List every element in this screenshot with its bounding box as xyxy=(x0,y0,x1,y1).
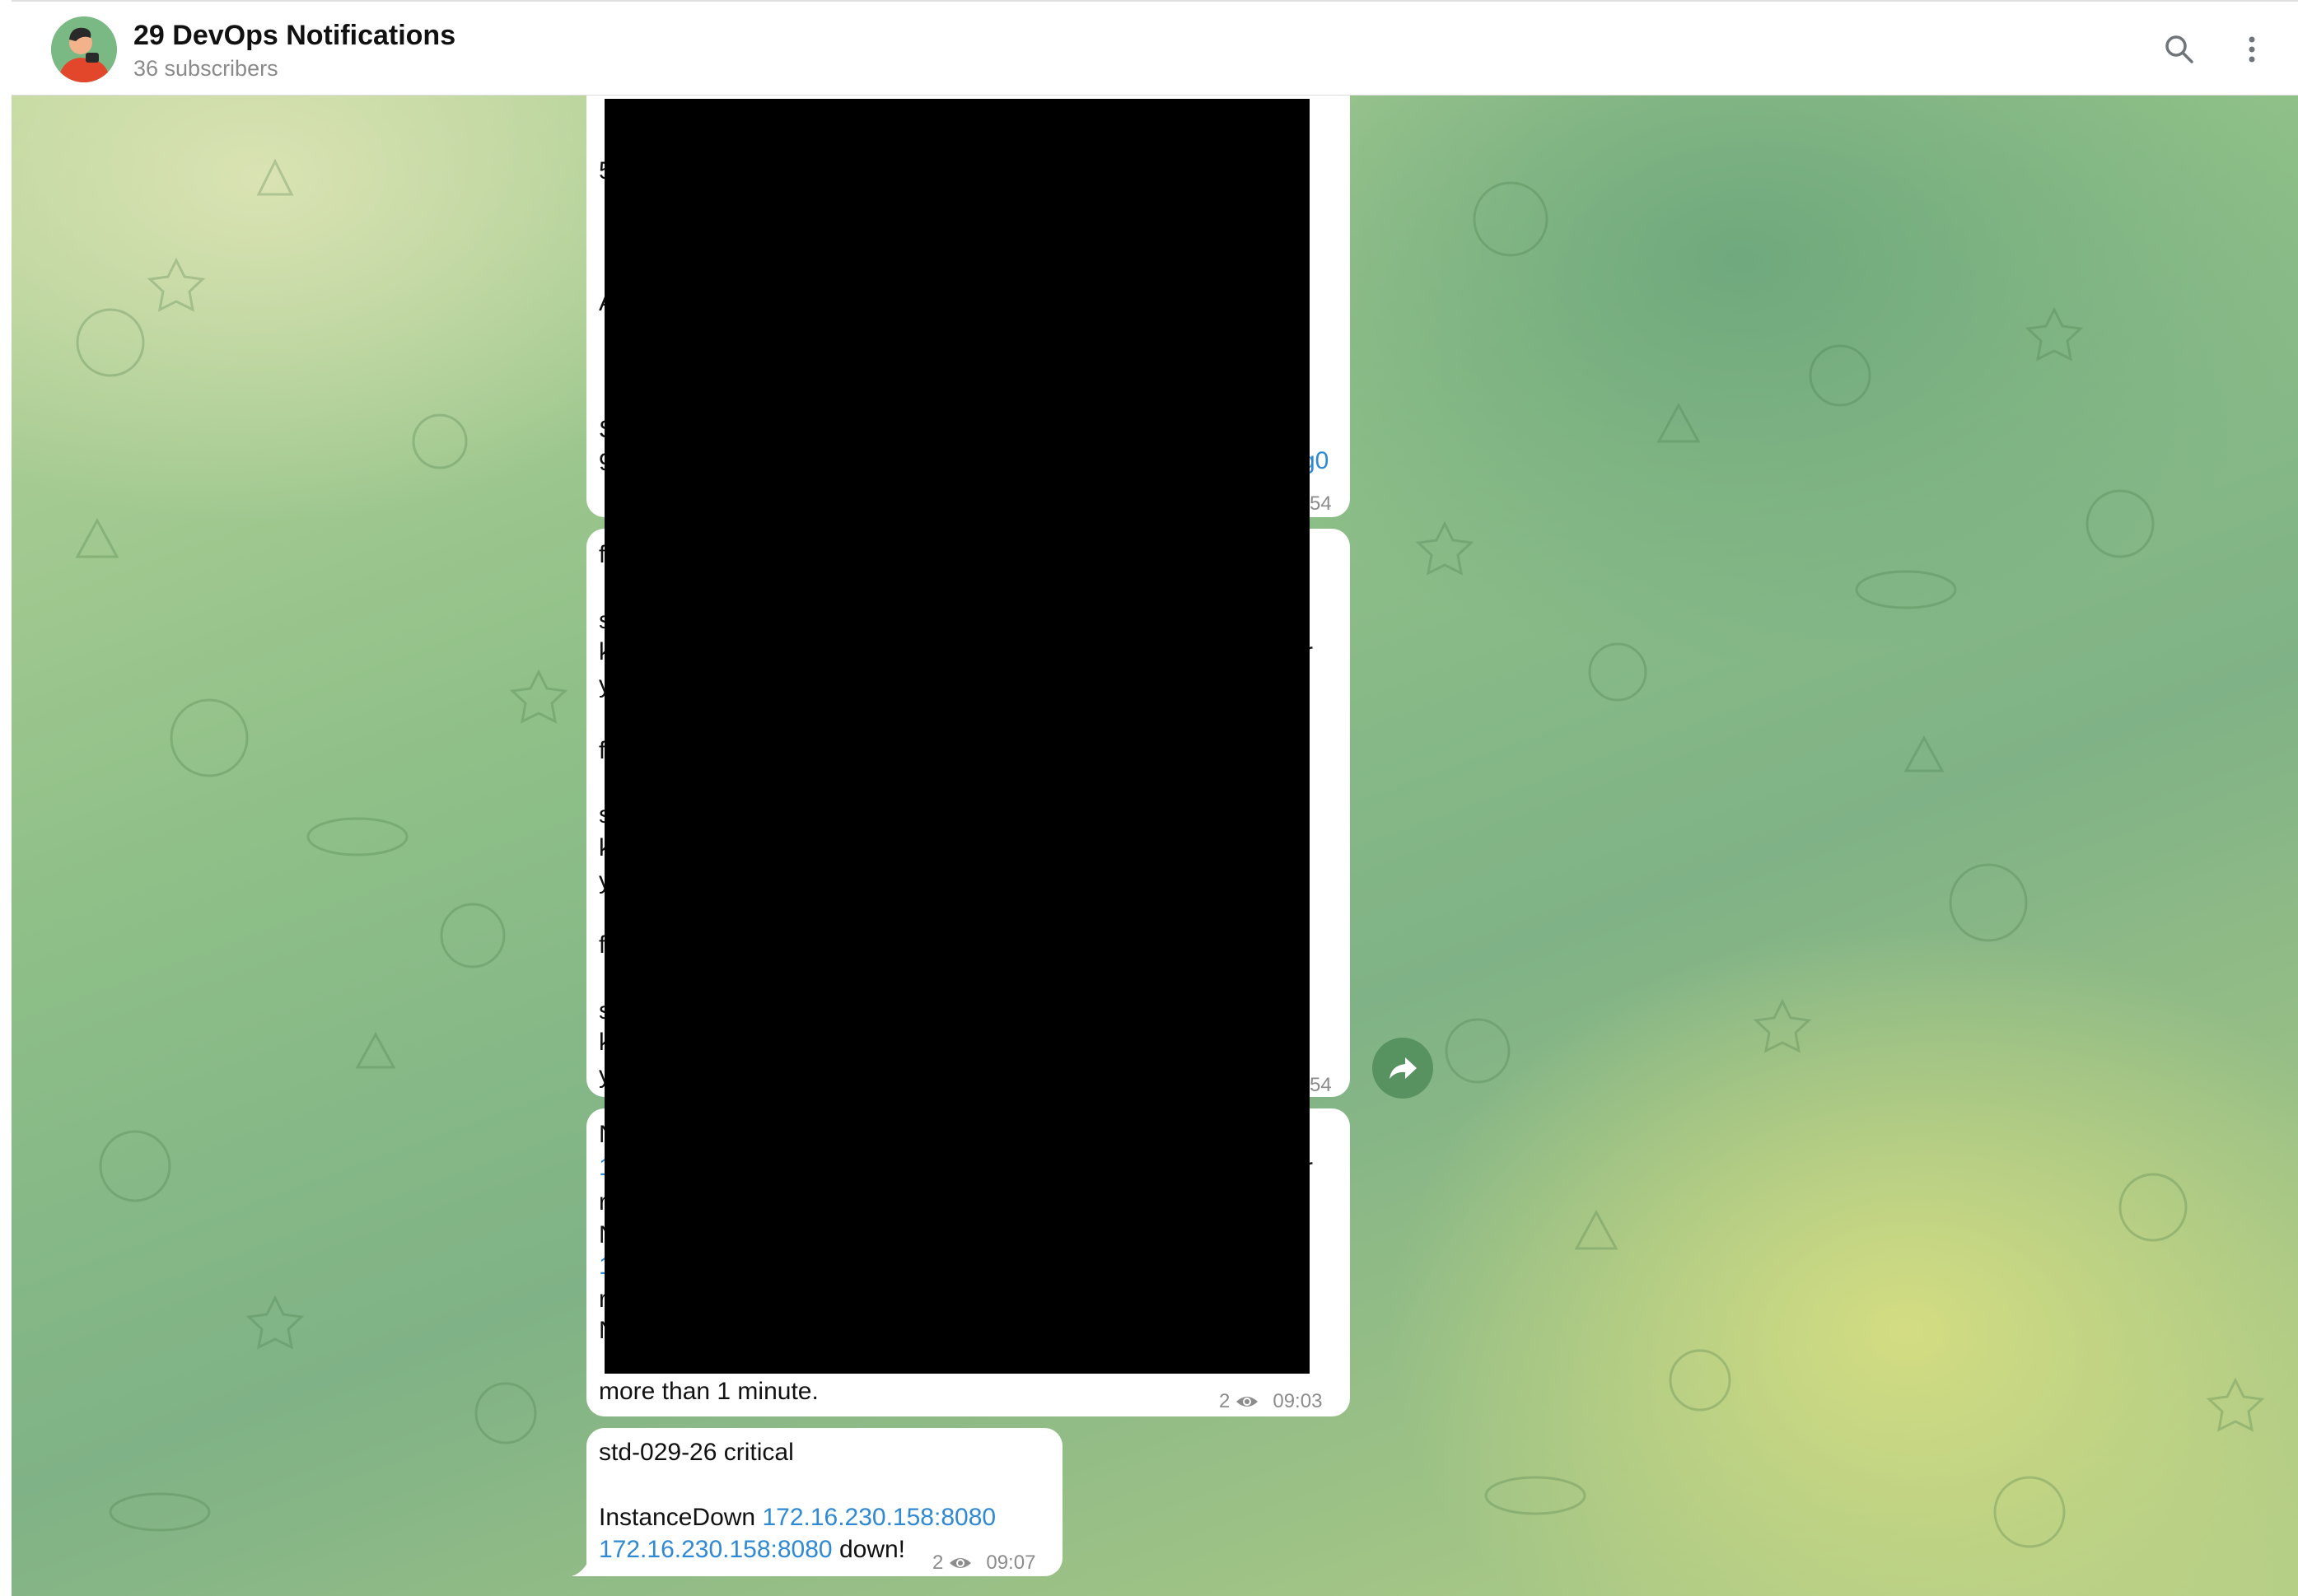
message-time: 09:03 xyxy=(1273,1390,1323,1412)
channel-avatar[interactable] xyxy=(51,16,117,82)
avatar-illustration xyxy=(51,16,117,82)
subscriber-count: 36 subscribers xyxy=(133,56,278,81)
forward-button[interactable] xyxy=(1372,1038,1433,1099)
message-last-line: more than 1 minute. xyxy=(599,1378,819,1405)
message-time-partial: 54 xyxy=(1310,1074,1332,1096)
redaction-box xyxy=(605,99,1310,1374)
forward-arrow-icon xyxy=(1390,1057,1417,1079)
message-time: 09:07 xyxy=(986,1552,1036,1574)
message-meta: 2 09:07 xyxy=(932,1547,1035,1579)
chat-header: 29 DevOps Notifications 36 subscribers xyxy=(12,0,2298,96)
more-menu-button[interactable] xyxy=(2227,25,2277,74)
search-button[interactable] xyxy=(2155,25,2204,74)
instance-link[interactable]: 172.16.230.158:8080 xyxy=(599,1536,833,1563)
instance-link[interactable]: 172.16.230.158:8080 xyxy=(762,1504,996,1531)
alert-status: down! xyxy=(838,1536,906,1563)
channel-title[interactable]: 29 DevOps Notifications xyxy=(133,20,455,52)
alert-title: std-029-26 critical xyxy=(599,1439,794,1466)
view-count: 2 xyxy=(1219,1390,1231,1412)
left-edge-strip xyxy=(0,0,12,1596)
search-icon xyxy=(2165,35,2193,63)
message-meta: 2 09:03 xyxy=(1219,1385,1322,1417)
alert-line: InstanceDown 172.16.230.158:8080 xyxy=(599,1501,1052,1533)
eye-icon xyxy=(1236,1396,1259,1407)
view-count: 2 xyxy=(932,1552,944,1574)
bubble-tail xyxy=(572,1558,590,1576)
alert-name: InstanceDown xyxy=(599,1504,756,1531)
eye-icon xyxy=(950,1557,972,1568)
message-time-partial: 54 xyxy=(1310,492,1332,515)
message-bubble[interactable]: std-029-26 critical InstanceDown 172.16.… xyxy=(586,1428,1063,1576)
more-vertical-icon xyxy=(2249,36,2255,63)
